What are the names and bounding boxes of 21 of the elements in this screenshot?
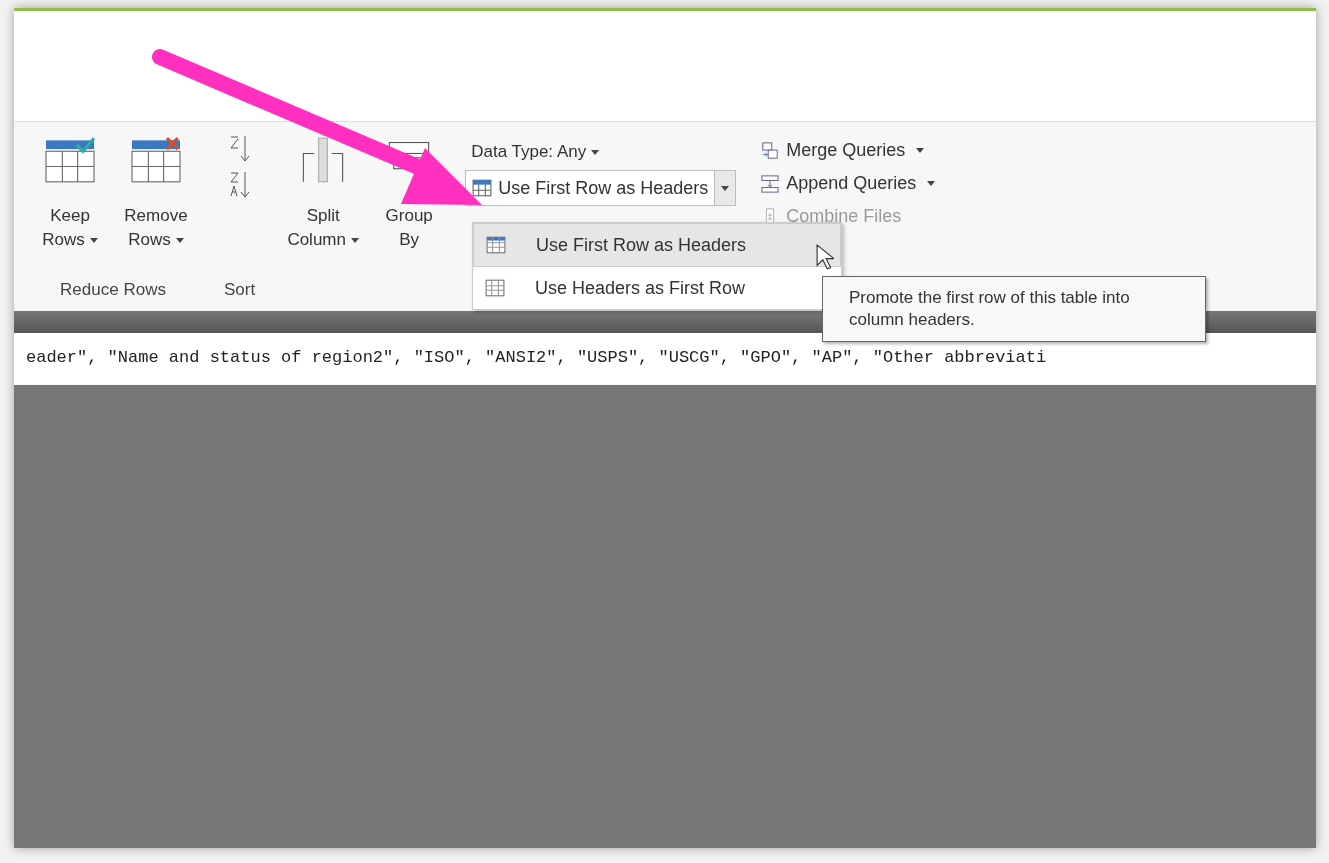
formula-text: eader", "Name and status of region2", "ISO", "ANSI2", "USPS", "USCG", "GPO", "AP", "Other abbreviati (14, 333, 1316, 385)
table-cross-icon (129, 136, 183, 184)
ribbon-button[interactable]: Remove Rows (118, 130, 194, 280)
data-type-dropdown[interactable]: Data Type: Any (465, 142, 737, 162)
merge-icon (760, 141, 781, 160)
mouse-cursor-icon (816, 244, 834, 271)
ribbon-button[interactable]: Split Column (285, 130, 362, 280)
use-first-row-split-button[interactable]: Use First Row as Headers (465, 170, 737, 206)
table-check-icon (43, 136, 97, 184)
append-icon (760, 174, 781, 193)
table-icon (472, 179, 493, 197)
ribbon-button[interactable]: Append Queries (760, 173, 936, 194)
table-icon (485, 279, 505, 297)
group-label: Sort (224, 280, 256, 300)
sort-descending-icon[interactable] (227, 170, 252, 200)
table-icon (486, 236, 506, 254)
group-label: Reduce Rows (60, 280, 166, 300)
ribbon-button[interactable]: Merge Queries (760, 140, 936, 161)
menu-item[interactable]: Use First Row as Headers (473, 223, 841, 267)
tooltip: Promote the first row of this table into column headers. (822, 276, 1206, 342)
ribbon-button[interactable]: Keep Rows (32, 130, 108, 280)
